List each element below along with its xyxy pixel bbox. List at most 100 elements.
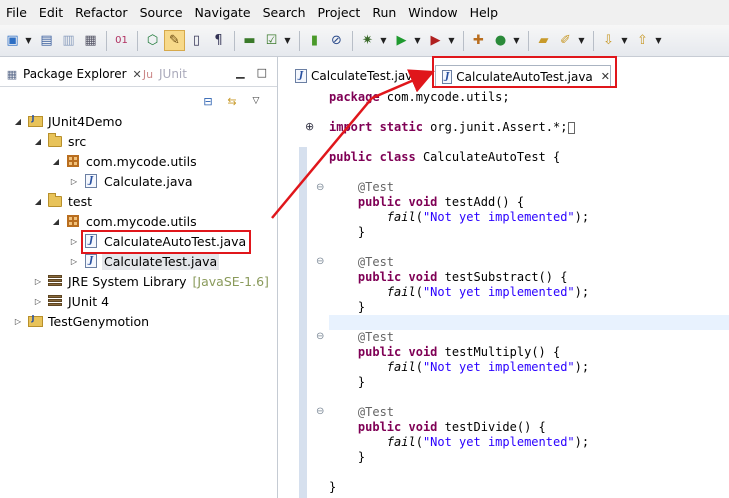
highlight-icon[interactable]: ✎	[164, 30, 185, 51]
project-icon	[27, 113, 43, 129]
tree-item-calculate-java[interactable]: ▷ J Calculate.java	[68, 171, 195, 191]
new-dropdown-icon[interactable]: ▼	[24, 30, 33, 51]
collapse-arrow-icon[interactable]: ▷	[68, 257, 80, 266]
collapse-fold-icon[interactable]: ⊖	[316, 406, 324, 417]
package-explorer-icon: ▦	[6, 67, 18, 81]
search-dropdown-icon[interactable]: ▼	[577, 30, 586, 51]
collapse-fold-icon[interactable]: ⊖	[316, 182, 324, 193]
code-keyword: void	[401, 420, 438, 434]
menu-project[interactable]: Project	[312, 0, 367, 25]
code-line: fail("Not yet implemented");	[386, 285, 590, 299]
expand-arrow-icon[interactable]: ◢	[32, 137, 44, 146]
tree-highlight-box	[81, 230, 251, 254]
tree-item-src[interactable]: ◢ src	[32, 131, 88, 151]
prev-annotation-icon[interactable]: ⇧	[632, 30, 653, 51]
expand-arrow-icon[interactable]: ◢	[50, 157, 62, 166]
tab-label: Package Explorer	[23, 67, 127, 81]
collapse-all-icon[interactable]: ⊟	[200, 93, 216, 109]
debug-icon[interactable]: ✷	[357, 30, 378, 51]
maximize-icon[interactable]: □	[257, 66, 267, 79]
tree-item-src-package[interactable]: ◢ com.mycode.utils	[50, 151, 199, 171]
save-icon[interactable]: ▤	[36, 30, 57, 51]
code-annotation: @Test	[357, 330, 395, 344]
menu-navigate[interactable]: Navigate	[189, 0, 257, 25]
tree-item-calculatetest-java[interactable]: ▷ J CalculateTest.java	[68, 251, 220, 271]
tree-item-label: test	[68, 193, 93, 209]
tree-item-junit4demo[interactable]: ◢ JUnit4Demo	[12, 111, 124, 131]
next-annotation-dropdown-icon[interactable]: ▼	[620, 30, 629, 51]
menu-help[interactable]: Help	[464, 0, 505, 25]
tab-junit[interactable]: Ju JUnit	[140, 63, 187, 85]
method-name: testSubstract	[444, 270, 539, 284]
menu-source[interactable]: Source	[134, 0, 189, 25]
code-line: }	[329, 300, 365, 315]
tree-item-test[interactable]: ◢ test	[32, 191, 94, 211]
code-line: @Test	[329, 180, 394, 195]
new-class-icon[interactable]: ●	[490, 30, 511, 51]
menu-file[interactable]: File	[0, 0, 33, 25]
collapse-arrow-icon[interactable]: ▷	[68, 177, 80, 186]
tree-item-junit4[interactable]: ▷ JUnit 4	[32, 291, 111, 311]
menu-refactor[interactable]: Refactor	[69, 0, 133, 25]
code-keyword: public	[329, 150, 373, 164]
task-dropdown-icon[interactable]: ▼	[283, 30, 292, 51]
panel-window-controls: ▁ □	[236, 66, 267, 79]
expand-arrow-icon[interactable]: ◢	[50, 217, 62, 226]
search-tool-icon[interactable]: ✐	[555, 30, 576, 51]
save-all-icon[interactable]: ▥	[58, 30, 79, 51]
tree-item-label: JUnit 4	[68, 293, 110, 309]
android-sdk-icon[interactable]: ▮	[304, 30, 325, 51]
skip-breakpoints-icon[interactable]: ⊘	[326, 30, 347, 51]
run-icon[interactable]: ▶	[391, 30, 412, 51]
open-type-icon[interactable]: ⬡	[142, 30, 163, 51]
open-folder-icon[interactable]: ▰	[533, 30, 554, 51]
folded-code-marker[interactable]	[568, 121, 576, 134]
collapse-arrow-icon[interactable]: ▷	[32, 297, 44, 306]
new-icon[interactable]: ▣	[2, 30, 23, 51]
collapse-arrow-icon[interactable]: ▷	[68, 237, 80, 246]
collapse-fold-icon[interactable]: ⊖	[316, 256, 324, 267]
build-icon[interactable]: ▬	[239, 30, 260, 51]
block-select-icon[interactable]: ▯	[186, 30, 207, 51]
coverage-dropdown-icon[interactable]: ▼	[447, 30, 456, 51]
link-with-editor-icon[interactable]: ⇆	[224, 93, 240, 109]
new-class-dropdown-icon[interactable]: ▼	[512, 30, 521, 51]
debug-dropdown-icon[interactable]: ▼	[379, 30, 388, 51]
menu-search[interactable]: Search	[257, 0, 312, 25]
prev-annotation-dropdown-icon[interactable]: ▼	[654, 30, 663, 51]
menu-edit[interactable]: Edit	[33, 0, 69, 25]
menu-run[interactable]: Run	[366, 0, 402, 25]
new-package-icon[interactable]: ✚	[468, 30, 489, 51]
menu-window[interactable]: Window	[402, 0, 463, 25]
code-line: public class CalculateAutoTest {	[329, 150, 560, 165]
collapse-fold-icon[interactable]: ⊖	[316, 331, 324, 342]
tab-calculatetest[interactable]: J CalculateTest.java	[289, 65, 427, 87]
code-keyword: void	[401, 345, 438, 359]
toolbar-separator	[137, 30, 138, 51]
view-menu-icon[interactable]: ▽	[248, 93, 264, 109]
code-annotation: @Test	[357, 405, 395, 419]
next-annotation-icon[interactable]: ⇩	[598, 30, 619, 51]
folding-column: ⊕ ⊖ ⊖ ⊖ ⊖	[305, 90, 325, 498]
task-icon[interactable]: ☑	[261, 30, 282, 51]
expand-arrow-icon[interactable]: ◢	[12, 117, 24, 126]
code-keyword: import	[329, 120, 373, 134]
minimize-icon[interactable]: ▁	[236, 66, 244, 79]
expand-arrow-icon[interactable]: ◢	[32, 197, 44, 206]
collapse-arrow-icon[interactable]: ▷	[32, 277, 44, 286]
collapse-arrow-icon[interactable]: ▷	[12, 317, 24, 326]
binary-icon[interactable]: 01	[111, 30, 132, 51]
tree-item-testgenymotion[interactable]: ▷ TestGenymotion	[12, 311, 151, 331]
code-editor[interactable]: ⊕ ⊖ ⊖ ⊖ ⊖ package com.mycode.utils; impo…	[289, 90, 729, 498]
code-line: package com.mycode.utils;	[329, 90, 510, 105]
code-line: public void testDivide() {	[357, 420, 546, 434]
print-icon[interactable]: ▦	[80, 30, 101, 51]
show-whitespace-icon[interactable]: ¶	[208, 30, 229, 51]
run-dropdown-icon[interactable]: ▼	[413, 30, 422, 51]
tree-item-label: JRE System Library	[68, 273, 187, 289]
expand-fold-icon[interactable]: ⊕	[305, 120, 314, 133]
tree-item-jre-library[interactable]: ▷ JRE System Library [JavaSE-1.6]	[32, 271, 269, 291]
coverage-icon[interactable]: ▶	[425, 30, 446, 51]
tree-item-test-package[interactable]: ◢ com.mycode.utils	[50, 211, 199, 231]
tab-package-explorer[interactable]: ▦ Package Explorer ✕	[0, 63, 142, 85]
